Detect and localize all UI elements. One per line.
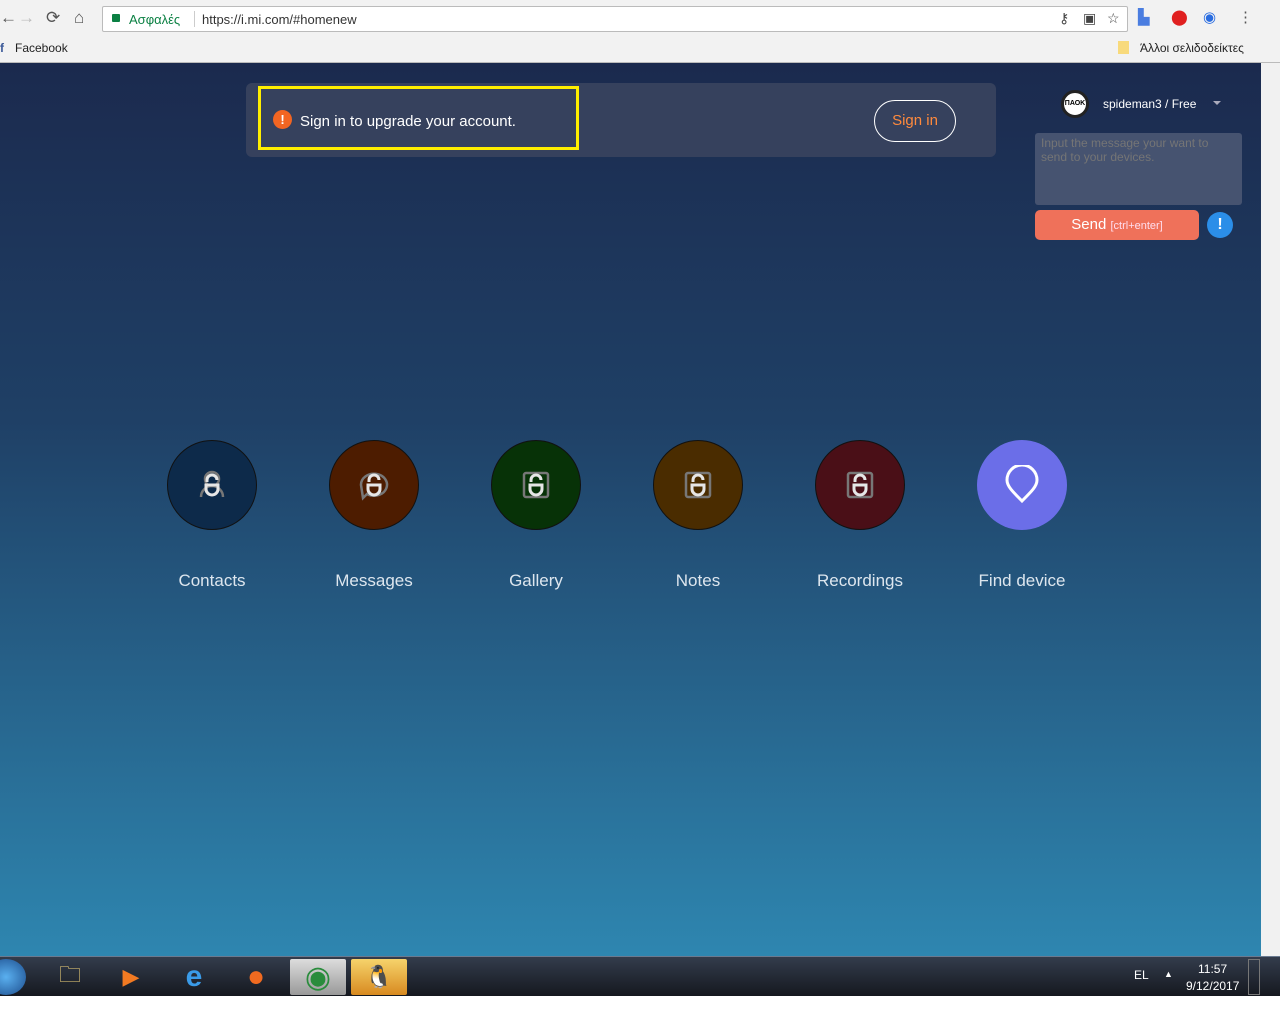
menu-icon[interactable]: ⋮ [1238, 8, 1253, 26]
app-gallery[interactable]: Gallery [456, 440, 616, 591]
url-text[interactable]: https://i.mi.com/#homenew [202, 12, 357, 27]
facebook-icon: f [0, 41, 4, 55]
app-recordings[interactable]: Recordings [780, 440, 940, 591]
sign-in-button[interactable]: Sign in [874, 100, 956, 142]
app-label: Contacts [178, 571, 246, 590]
lock-icon [359, 472, 389, 501]
start-button[interactable] [0, 959, 26, 995]
app-notes[interactable]: Notes [618, 440, 778, 591]
recordings-icon[interactable] [815, 440, 905, 530]
app-label: Messages [335, 571, 413, 590]
google-translate-icon[interactable]: ▙ [1138, 8, 1150, 26]
browser-chrome: ← → ⟳ ⌂ Ασφαλές https://i.mi.com/#homene… [0, 0, 1280, 63]
banner-message: Sign in to upgrade your account. [300, 113, 516, 130]
extension-icon[interactable]: ◉ [1203, 8, 1216, 26]
firefox-icon[interactable]: ● [228, 959, 284, 995]
forward-icon[interactable]: → [18, 8, 35, 28]
divider [194, 11, 195, 27]
address-bar[interactable]: Ασφαλές https://i.mi.com/#homenew ⚷ ▣ ☆ [102, 6, 1128, 32]
messages-icon[interactable] [329, 440, 419, 530]
message-input[interactable] [1035, 133, 1242, 205]
app-label: Notes [675, 571, 721, 590]
chevron-down-icon[interactable] [1213, 101, 1221, 109]
clock-date[interactable]: 9/12/2017 [1186, 979, 1239, 993]
send-button[interactable]: Send [ctrl+enter] [1035, 210, 1199, 240]
clock-time[interactable]: 11:57 [1198, 962, 1227, 976]
user-name[interactable]: spideman3 / Free [1103, 97, 1196, 111]
language-indicator[interactable]: EL [1134, 968, 1149, 982]
reload-icon[interactable]: ⟳ [46, 8, 60, 28]
bookmark-facebook[interactable]: Facebook [15, 41, 68, 55]
lock-icon [112, 14, 120, 22]
app-label: Recordings [817, 571, 903, 590]
app-find-device[interactable]: Find device [942, 440, 1102, 591]
translate-icon[interactable]: ▣ [1083, 10, 1096, 27]
info-icon[interactable]: ! [1207, 212, 1233, 238]
media-player-icon[interactable]: ▶ [103, 959, 159, 995]
chrome-icon[interactable]: ◉ [290, 959, 346, 995]
app-label: Find device [978, 571, 1066, 590]
page: ! Sign in to upgrade your account. Sign … [0, 63, 1261, 956]
avatar[interactable]: ΠΑΟΚ [1061, 90, 1089, 118]
lock-icon [522, 471, 550, 499]
upgrade-banner: ! Sign in to upgrade your account. Sign … [246, 83, 996, 157]
send-label: Send [1071, 216, 1107, 233]
back-icon[interactable]: ← [0, 8, 17, 28]
find-device-icon[interactable] [977, 440, 1067, 530]
opera-icon[interactable]: ⬤ [1171, 8, 1188, 26]
app-messages[interactable]: Messages [294, 440, 454, 591]
location-pin-icon [1005, 465, 1039, 504]
scrollbar[interactable] [1261, 63, 1280, 956]
warning-icon: ! [273, 110, 292, 129]
qq-icon[interactable]: 🐧 [351, 959, 407, 995]
lock-icon [199, 470, 225, 498]
lock-icon [846, 471, 874, 499]
taskbar: 🗀 ▶ e ● ◉ 🐧 EL ▲ 11:57 9/12/2017 [0, 956, 1280, 996]
tray-arrow-icon[interactable]: ▲ [1164, 969, 1173, 979]
send-shortcut: [ctrl+enter] [1110, 220, 1163, 232]
contacts-icon[interactable] [167, 440, 257, 530]
other-bookmarks[interactable]: Άλλοι σελιδοδείκτες [1140, 41, 1244, 55]
star-icon[interactable]: ☆ [1107, 10, 1120, 27]
gallery-icon[interactable] [491, 440, 581, 530]
explorer-icon[interactable]: 🗀 [42, 959, 98, 995]
lock-icon [684, 471, 712, 499]
secure-label: Ασφαλές [129, 12, 181, 27]
home-icon[interactable]: ⌂ [74, 8, 84, 28]
key-icon[interactable]: ⚷ [1059, 10, 1069, 27]
app-contacts[interactable]: Contacts [132, 440, 292, 591]
app-label: Gallery [509, 571, 563, 590]
show-desktop-button[interactable] [1248, 959, 1260, 995]
notes-icon[interactable] [653, 440, 743, 530]
internet-explorer-icon[interactable]: e [166, 959, 222, 995]
folder-icon [1118, 41, 1129, 54]
